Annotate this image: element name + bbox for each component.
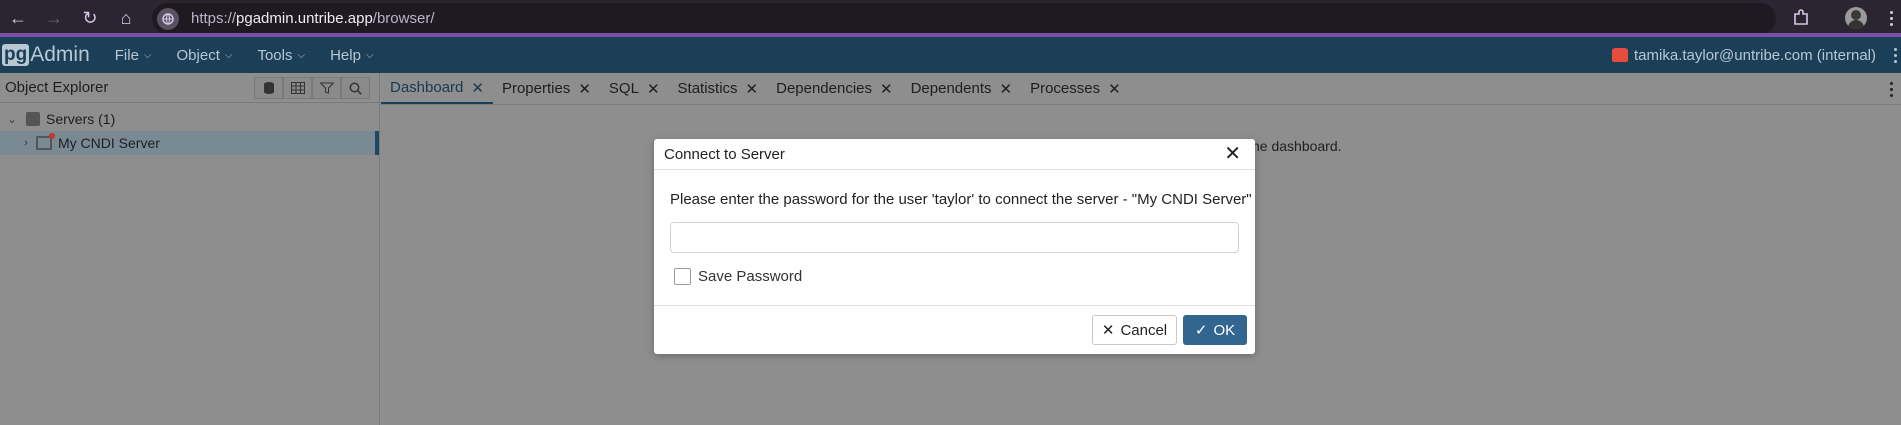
user-icon xyxy=(1612,48,1629,62)
ok-button-label: OK xyxy=(1213,321,1236,339)
menu-file[interactable]: File ⌵ xyxy=(115,47,152,64)
close-icon[interactable]: ✕ xyxy=(1224,144,1241,164)
chevron-down-icon[interactable]: ⌄ xyxy=(6,113,18,126)
tab-properties[interactable]: Properties ✕ xyxy=(493,73,600,104)
pgadmin-logo: pg Admin xyxy=(2,43,90,67)
close-icon: ✕ xyxy=(1101,322,1115,339)
tab-dependents[interactable]: Dependents ✕ xyxy=(902,73,1021,104)
password-field[interactable] xyxy=(670,222,1239,253)
user-menu[interactable]: tamika.taylor@untribe.com (internal) xyxy=(1612,37,1876,73)
servers-icon xyxy=(26,112,40,126)
app-header: pg Admin File ⌵ Object ⌵ Tools ⌵ Help ⌵ tamik… xyxy=(0,37,1901,73)
tab-label: Properties xyxy=(501,80,571,97)
close-icon[interactable]: ✕ xyxy=(746,80,759,98)
tab-label: Dependents xyxy=(910,80,992,97)
tree-item-label: My CNDI Server xyxy=(58,135,160,151)
user-email: tamika.taylor@untribe.com (internal) xyxy=(1634,46,1876,64)
menu-help[interactable]: Help ⌵ xyxy=(330,47,373,64)
dialog-message: Please enter the password for the user '… xyxy=(670,191,1252,208)
close-icon[interactable]: ✕ xyxy=(880,80,893,98)
tree-item-my-cndi-server[interactable]: › My CNDI Server xyxy=(0,131,379,155)
home-icon[interactable]: ⌂ xyxy=(108,0,144,37)
view-data-icon[interactable] xyxy=(283,77,312,99)
dashboard-message: he dashboard. xyxy=(1252,138,1342,154)
ok-button[interactable]: ✓ OK xyxy=(1183,315,1247,345)
chevron-down-icon: ⌵ xyxy=(297,49,306,61)
menu-tools-label: Tools xyxy=(257,46,293,64)
filter-rows-icon[interactable] xyxy=(312,77,341,99)
logo-text: Admin xyxy=(30,43,90,66)
tab-dashboard[interactable]: Dashboard ✕ xyxy=(381,73,493,104)
dialog-footer: ✕ Cancel ✓ OK xyxy=(654,305,1255,354)
menu-help-label: Help xyxy=(330,46,361,64)
tab-label: Dependencies xyxy=(776,80,873,97)
save-password-checkbox[interactable] xyxy=(674,268,691,285)
tab-statistics[interactable]: Statistics ✕ xyxy=(669,73,768,104)
extensions-icon[interactable] xyxy=(1790,7,1812,29)
browser-toolbar: ← → ↻ ⌂ https://pgadmin.untribe.app/brow… xyxy=(0,0,1901,37)
chevron-down-icon: ⌵ xyxy=(365,49,374,61)
query-tool-icon[interactable] xyxy=(254,77,283,99)
menu-object-label: Object xyxy=(176,46,220,64)
tab-sql[interactable]: SQL ✕ xyxy=(600,73,669,104)
server-disconnected-icon xyxy=(36,133,55,150)
close-icon[interactable]: ✕ xyxy=(1108,80,1121,98)
header-more-icon[interactable] xyxy=(1894,48,1897,63)
explorer-toolbar xyxy=(254,77,370,99)
tabs-more-icon[interactable] xyxy=(1890,82,1893,97)
url-path: /browser/ xyxy=(372,10,435,27)
close-icon[interactable]: ✕ xyxy=(578,80,591,98)
reload-icon[interactable]: ↻ xyxy=(72,0,108,37)
main-tabs: Dashboard ✕ Properties ✕ SQL ✕ Statistics ✕ … xyxy=(381,73,1901,105)
address-bar[interactable]: https://pgadmin.untribe.app/browser/ xyxy=(152,3,1776,34)
checkmark-icon: ✓ xyxy=(1194,322,1208,339)
cancel-button[interactable]: ✕ Cancel xyxy=(1092,315,1177,345)
url-scheme: https:// xyxy=(191,10,237,27)
tree-item-label: Servers (1) xyxy=(46,111,116,127)
chevron-down-icon: ⌵ xyxy=(224,49,233,61)
menu-tools[interactable]: Tools ⌵ xyxy=(257,47,305,64)
connect-to-server-dialog: Connect to Server ✕ Please enter the pas… xyxy=(654,139,1255,354)
tree-item-servers[interactable]: ⌄ Servers (1) xyxy=(0,107,379,131)
save-password-label[interactable]: Save Password xyxy=(698,268,802,285)
site-info-icon[interactable] xyxy=(157,7,179,30)
dialog-title: Connect to Server xyxy=(664,145,785,163)
save-password-option[interactable]: Save Password xyxy=(674,268,802,285)
object-explorer-header: Object Explorer xyxy=(0,73,379,103)
menu-file-label: File xyxy=(114,46,139,64)
browser-menu-icon[interactable] xyxy=(1884,7,1898,29)
tab-processes[interactable]: Processes ✕ xyxy=(1021,73,1130,104)
profile-avatar[interactable] xyxy=(1845,7,1867,29)
cancel-button-label: Cancel xyxy=(1120,321,1168,339)
chevron-down-icon: ⌵ xyxy=(143,49,152,61)
object-explorer: Object Explorer ⌄ Servers (1) › My CNDI … xyxy=(0,73,380,425)
menu-object[interactable]: Object ⌵ xyxy=(177,47,233,64)
close-icon[interactable]: ✕ xyxy=(647,80,660,98)
url-domain: pgadmin.untribe.app xyxy=(236,10,373,27)
close-icon[interactable]: ✕ xyxy=(1000,80,1013,98)
search-icon[interactable] xyxy=(341,77,370,99)
tab-label: Statistics xyxy=(677,80,738,97)
tab-label: Dashboard xyxy=(390,79,464,96)
url-text: https://pgadmin.untribe.app/browser/ xyxy=(191,10,434,27)
chevron-right-icon[interactable]: › xyxy=(20,137,32,149)
tab-label: Processes xyxy=(1030,80,1101,97)
tab-label: SQL xyxy=(608,80,639,97)
dialog-title-bar: Connect to Server xyxy=(654,139,1255,170)
tab-dependencies[interactable]: Dependencies ✕ xyxy=(767,73,901,104)
close-icon[interactable]: ✕ xyxy=(471,79,484,97)
forward-arrow-icon[interactable]: → xyxy=(36,0,72,37)
object-explorer-title: Object Explorer xyxy=(5,79,109,96)
back-arrow-icon[interactable]: ← xyxy=(0,0,36,37)
logo-pg: pg xyxy=(2,44,30,66)
